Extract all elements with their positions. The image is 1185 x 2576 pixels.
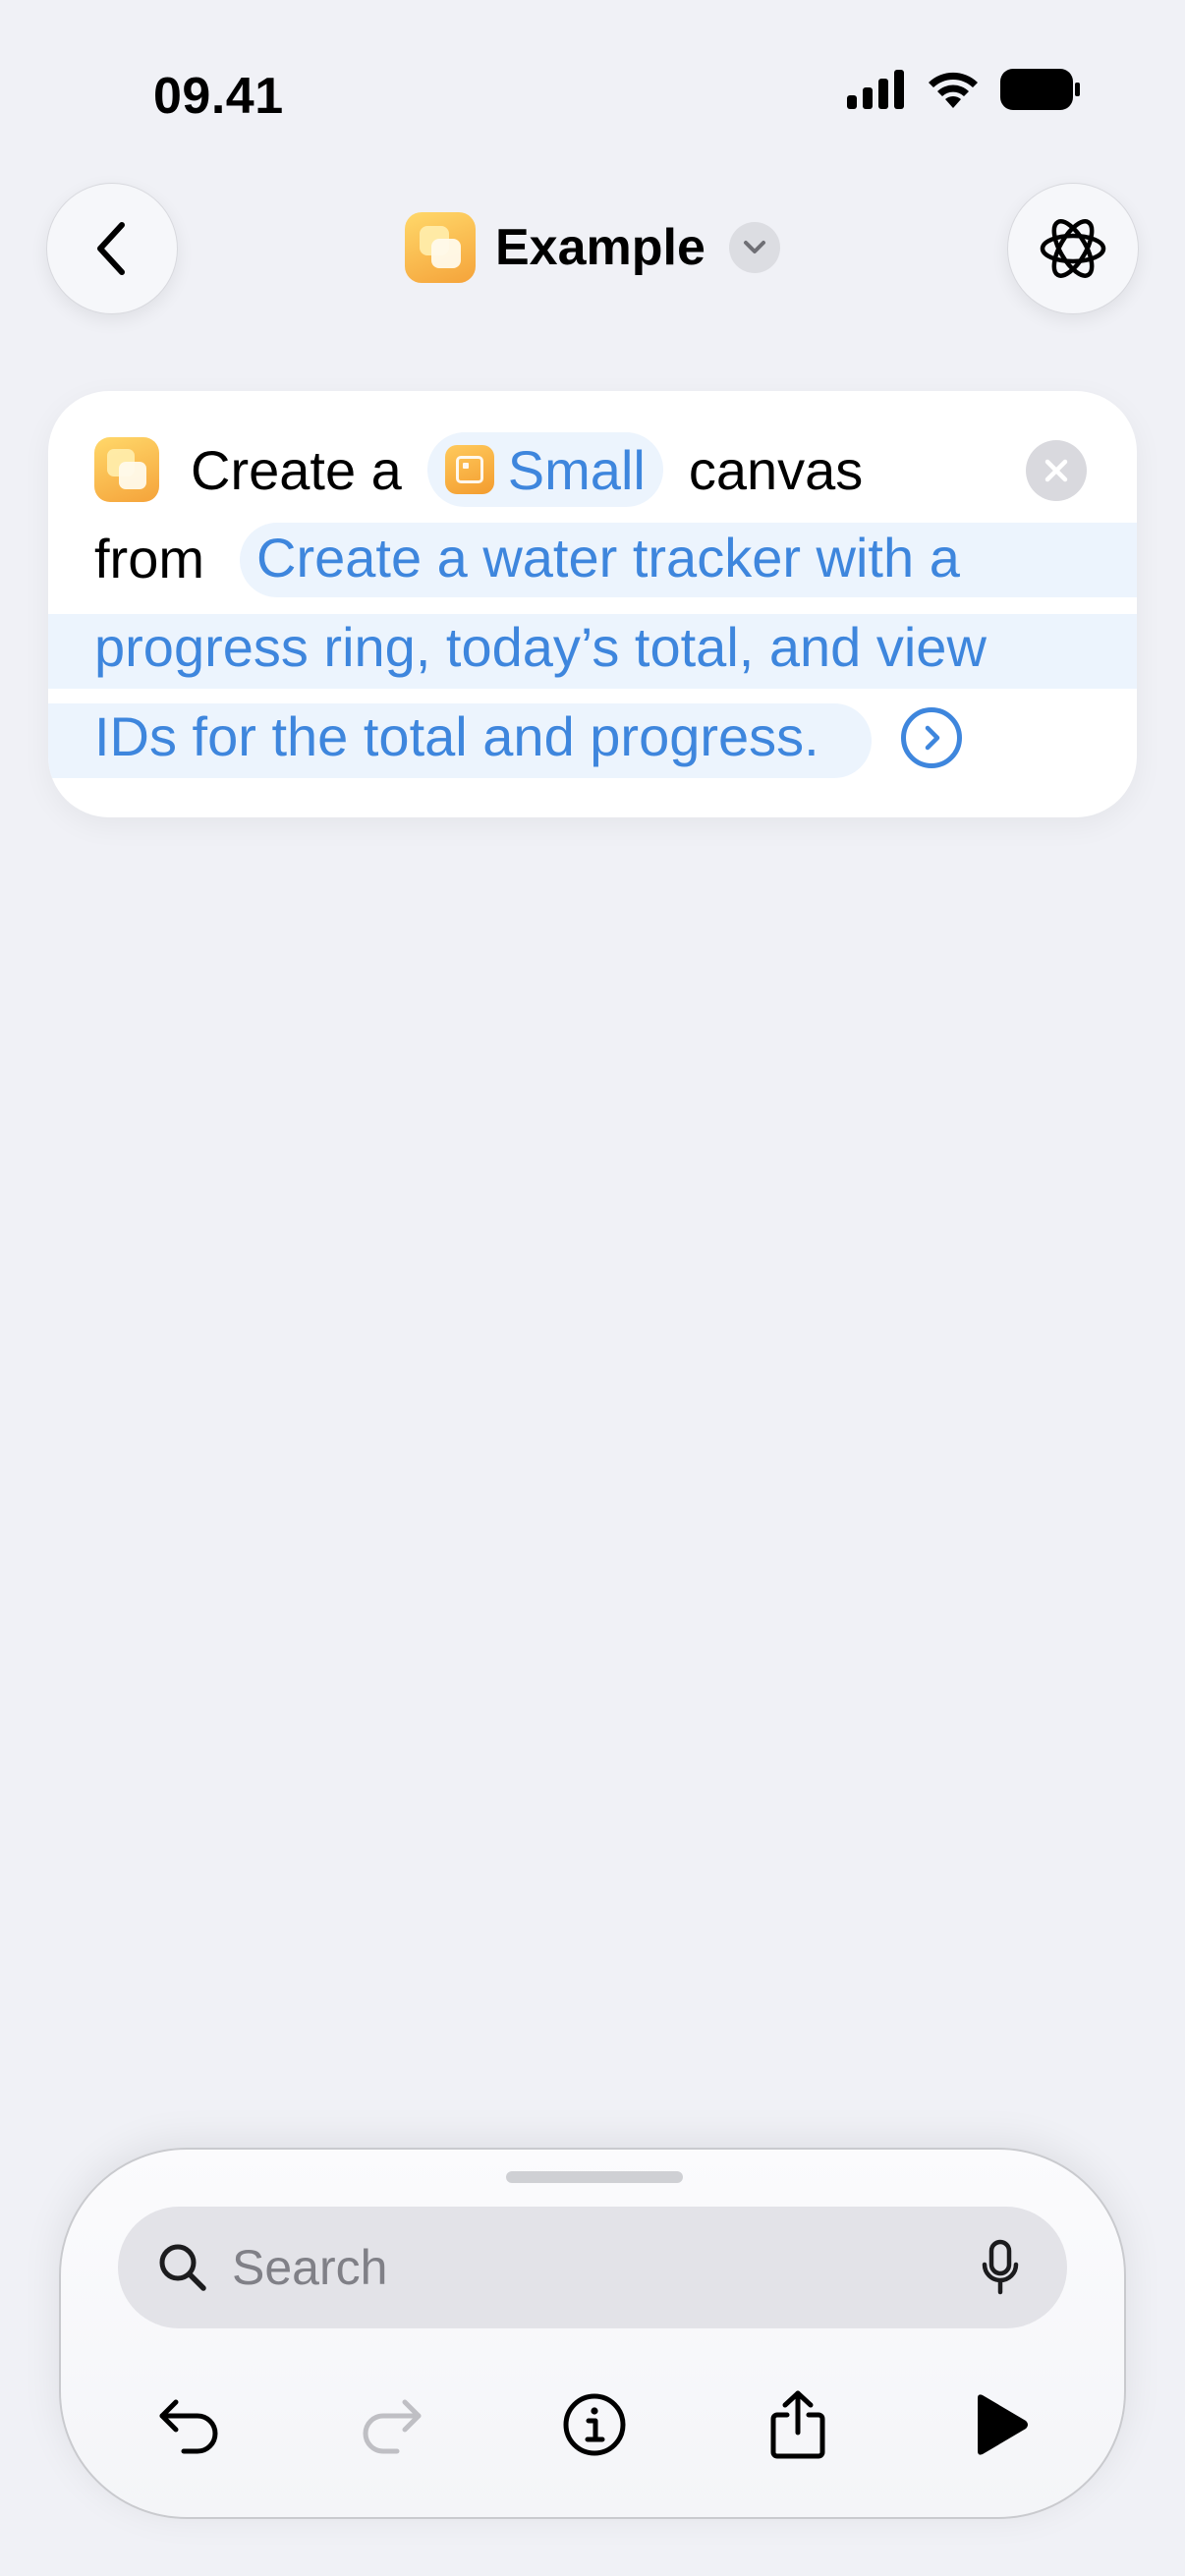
screen: 09.41 Example Create a Small canvas from…: [0, 0, 1185, 2576]
back-button[interactable]: [46, 183, 178, 314]
info-button[interactable]: [555, 2385, 634, 2464]
shortcut-app-icon: [405, 212, 476, 283]
prompt-parameter-line[interactable]: IDs for the total and progress.: [94, 692, 819, 782]
sheet-grabber[interactable]: [506, 2171, 683, 2183]
remove-action-button[interactable]: [1026, 440, 1087, 501]
action-prefix: Create a: [191, 438, 402, 501]
canvas-app-icon: [94, 437, 159, 502]
show-more-button[interactable]: [901, 707, 962, 768]
status-icons: [847, 69, 1081, 110]
widget-size-icon: [444, 445, 494, 494]
cellular-signal-icon: [847, 70, 904, 109]
canvas-size-parameter[interactable]: Small: [426, 432, 663, 507]
prompt-parameter-line[interactable]: progress ring, today’s total, and view: [94, 602, 987, 693]
shortcut-title: Example: [495, 219, 705, 276]
search-field[interactable]: Search: [118, 2207, 1067, 2328]
redo-icon: [363, 2399, 422, 2454]
canvas-word: canvas: [688, 438, 864, 501]
action-row: Create a Small canvas: [94, 424, 863, 515]
from-word: from: [94, 527, 204, 589]
share-button[interactable]: [759, 2385, 837, 2464]
action-row: from: [94, 513, 204, 603]
bottom-sheet: Search: [59, 2148, 1126, 2519]
search-icon: [159, 2244, 206, 2291]
apple-intelligence-button[interactable]: [1007, 183, 1139, 314]
prompt-parameter-line[interactable]: Create a water tracker with a: [256, 513, 960, 603]
microphone-icon[interactable]: [981, 2239, 1020, 2296]
run-button[interactable]: [961, 2385, 1040, 2464]
search-input[interactable]: Search: [232, 2239, 981, 2296]
status-time: 09.41: [153, 68, 284, 125]
create-canvas-action-card[interactable]: Create a Small canvas from Create a wate…: [48, 391, 1137, 817]
shortcut-title-menu[interactable]: Example: [405, 212, 780, 283]
apple-intelligence-icon: [1040, 219, 1106, 278]
redo-button[interactable]: [353, 2385, 431, 2464]
close-icon: [1044, 459, 1068, 482]
play-icon: [978, 2394, 1028, 2455]
info-icon: [563, 2393, 626, 2456]
share-icon: [770, 2390, 825, 2459]
battery-icon: [1000, 69, 1080, 110]
undo-icon: [159, 2399, 218, 2454]
undo-button[interactable]: [149, 2385, 228, 2464]
wifi-icon: [929, 72, 978, 108]
canvas-size-label: Small: [507, 438, 646, 501]
chevron-right-icon: [925, 725, 940, 751]
chevron-down-icon: [728, 222, 780, 273]
chevron-left-icon: [97, 222, 125, 275]
editor-toolbar: [61, 2366, 1128, 2484]
